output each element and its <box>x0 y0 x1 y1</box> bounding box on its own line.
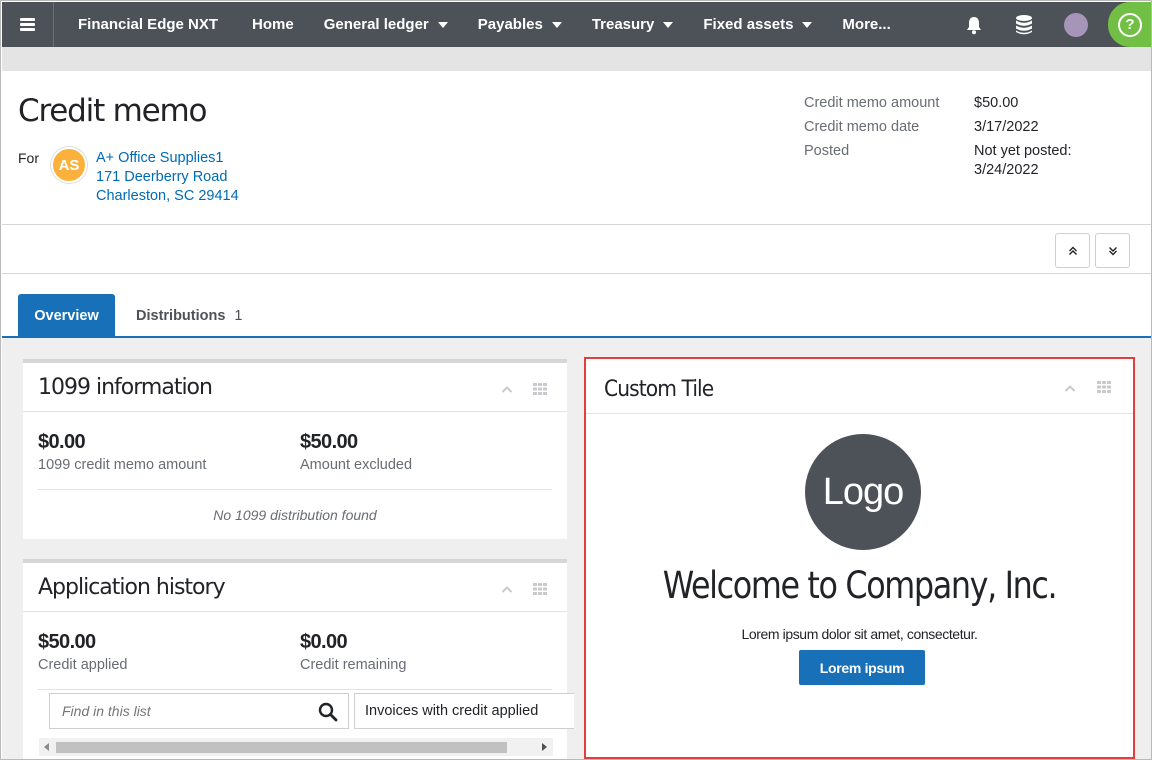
vendor-street[interactable]: 171 Deerberry Road <box>96 168 239 187</box>
horizontal-scrollbar[interactable] <box>39 738 553 756</box>
nav-treasury[interactable]: Treasury <box>592 16 674 33</box>
metric-label: Amount excluded <box>300 457 413 473</box>
tile-divider <box>23 411 567 412</box>
search-icon[interactable] <box>318 702 338 722</box>
tab-overview[interactable]: Overview <box>18 294 115 338</box>
nav-right-tools: ? <box>964 2 1151 47</box>
tab-distributions[interactable]: Distributions 1 <box>136 294 243 338</box>
nav-payables[interactable]: Payables <box>478 16 562 33</box>
summary-row-amount: Credit memo amount $50.00 <box>804 91 1094 115</box>
bell-icon[interactable] <box>964 15 984 35</box>
summary-panel: Credit memo amount $50.00 Credit memo da… <box>804 91 1094 180</box>
summary-row-date: Credit memo date 3/17/2022 <box>804 115 1094 139</box>
lorem-ipsum-button[interactable]: Lorem ipsum <box>799 650 925 685</box>
vendor-name[interactable]: A+ Office Supplies1 <box>96 149 239 168</box>
welcome-body-text: Lorem ipsum dolor sit amet, consectetur. <box>741 626 978 642</box>
app-frame: Financial Edge NXT Home General ledger P… <box>0 0 1152 760</box>
tile-custom: Custom Tile Logo Welcome to Company, Inc… <box>584 357 1135 759</box>
metric-value: $0.00 <box>38 431 86 453</box>
vendor-address-link[interactable]: A+ Office Supplies1 171 Deerberry Road C… <box>96 149 239 206</box>
company-logo: Logo <box>805 434 921 550</box>
menu-button[interactable] <box>2 2 54 47</box>
summary-value: 3/17/2022 <box>974 119 1039 135</box>
summary-value: Not yet posted: 3/24/2022 <box>974 143 1072 178</box>
tile-title: Custom Tile <box>604 377 714 402</box>
scroll-left-icon[interactable] <box>44 743 49 751</box>
welcome-heading: Welcome to Company, Inc. <box>662 564 1058 607</box>
tile-title: Application history <box>38 575 226 600</box>
nav-general-ledger-label: General ledger <box>323 16 429 33</box>
metric-label: Credit applied <box>38 657 128 673</box>
nav-home[interactable]: Home <box>252 16 294 33</box>
expand-all-button[interactable] <box>1095 233 1130 268</box>
nav-fixed-assets-label: Fixed assets <box>703 16 794 33</box>
chevron-up-icon[interactable] <box>1064 383 1076 395</box>
tile-divider <box>38 689 552 690</box>
nav-treasury-label: Treasury <box>591 16 655 33</box>
nav-general-ledger[interactable]: General ledger <box>324 16 448 33</box>
vendor-avatar: AS <box>51 147 87 183</box>
nav-more[interactable]: More... <box>842 16 890 33</box>
caret-down-icon <box>802 21 813 28</box>
drag-grip-icon[interactable] <box>533 383 547 395</box>
double-chevron-up-icon <box>1068 246 1077 255</box>
record-toolbar <box>2 226 1151 274</box>
tab-bar: Overview Distributions 1 <box>2 294 1151 338</box>
drag-grip-icon[interactable] <box>533 583 547 595</box>
tab-overview-label: Overview <box>34 308 99 324</box>
database-icon[interactable] <box>1014 14 1034 36</box>
user-avatar[interactable] <box>1064 12 1088 37</box>
collapse-all-button[interactable] <box>1055 233 1090 268</box>
metric-value: $50.00 <box>300 431 358 453</box>
search-input[interactable] <box>50 694 305 728</box>
caret-down-icon <box>437 21 448 28</box>
nav-more-label: More... <box>842 16 891 33</box>
page-title: Credit memo <box>18 93 208 129</box>
nav-payables-label: Payables <box>477 16 543 33</box>
metric-label: Credit remaining <box>300 657 407 673</box>
double-chevron-down-icon <box>1108 246 1117 255</box>
caret-down-icon <box>663 21 674 28</box>
metric-value: $0.00 <box>300 631 348 653</box>
summary-label: Credit memo date <box>804 119 920 135</box>
app-brand[interactable]: Financial Edge NXT <box>78 16 218 33</box>
scroll-right-icon[interactable] <box>542 743 547 751</box>
header-spacer <box>2 47 1151 71</box>
record-header: Credit memo For AS A+ Office Supplies1 1… <box>2 71 1151 225</box>
summary-value: $50.00 <box>974 95 1019 111</box>
summary-label: Credit memo amount <box>804 95 940 111</box>
tile-1099-information: 1099 information $0.00 1099 credit memo … <box>23 359 567 539</box>
vendor-city[interactable]: Charleston, SC 29414 <box>96 187 239 206</box>
nav-fixed-assets[interactable]: Fixed assets <box>703 16 813 33</box>
tab-distributions-label: Distributions <box>136 308 226 324</box>
help-button[interactable]: ? <box>1108 2 1151 47</box>
tab-distributions-count: 1 <box>234 308 243 324</box>
summary-row-posted: Posted Not yet posted: 3/24/2022 <box>804 139 1094 180</box>
tile-title: 1099 information <box>38 375 213 400</box>
top-navbar: Financial Edge NXT Home General ledger P… <box>2 2 1151 47</box>
filter-dropdown[interactable]: Invoices with credit applied <box>354 693 574 729</box>
tile-divider <box>23 611 567 612</box>
chevron-up-icon[interactable] <box>501 384 513 396</box>
summary-label: Posted <box>804 143 850 159</box>
scrollbar-thumb[interactable] <box>56 742 507 753</box>
metric-value: $50.00 <box>38 631 96 653</box>
tile-application-history: Application history $50.00 Credit applie… <box>23 559 574 759</box>
empty-state-message: No 1099 distribution found <box>213 507 377 523</box>
nav-home-label: Home <box>252 16 294 33</box>
metric-label: 1099 credit memo amount <box>38 457 207 473</box>
search-field <box>49 693 349 729</box>
filter-label: Invoices with credit applied <box>365 703 539 719</box>
caret-down-icon <box>551 21 562 28</box>
help-icon: ? <box>1118 12 1142 37</box>
drag-grip-icon[interactable] <box>1097 381 1111 393</box>
tile-divider <box>586 413 1133 414</box>
hamburger-icon <box>20 16 35 33</box>
for-label: For <box>18 150 39 166</box>
tile-divider <box>38 489 552 490</box>
chevron-up-icon[interactable] <box>501 584 513 596</box>
